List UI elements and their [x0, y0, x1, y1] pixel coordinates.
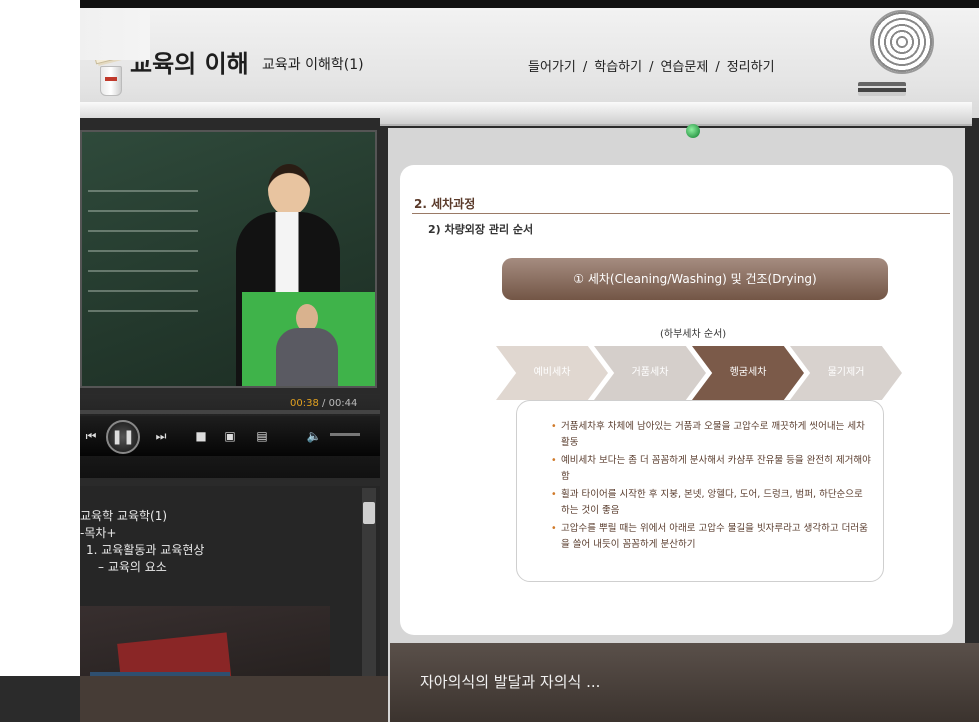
time-total: 00:44	[328, 398, 358, 409]
step-chevron: 물기제거	[790, 346, 902, 400]
sub-title: 2) 차량외장 관리 순서	[428, 223, 534, 236]
chalk-writing	[88, 172, 198, 322]
left-blank-overlay	[0, 0, 80, 676]
section-divider	[412, 213, 950, 214]
toc-item[interactable]: -목차+	[80, 525, 204, 542]
nav-separator: /	[582, 60, 588, 75]
top-bar	[0, 0, 979, 8]
page-subtitle: 교육과 이해학(1)	[262, 57, 364, 73]
toc-item[interactable]: – 교육의 요소	[80, 559, 204, 576]
section-title: 2. 세차과정	[414, 197, 476, 211]
bullet-item: 휠과 타이어를 시작한 후 지붕, 본넷, 앙헬다, 도어, 드렁크, 범퍼, …	[551, 487, 871, 519]
volume-slider[interactable]	[330, 433, 360, 436]
step-title-pill: ① 세차(Cleaning/Washing) 및 건조(Drying)	[502, 258, 888, 300]
sign-language-inset	[242, 292, 375, 386]
nav-item-intro[interactable]: 들어가기	[528, 60, 576, 75]
slide-card: 2. 세차과정 2) 차량외장 관리 순서 ① 세차(Cleaning/Wash…	[400, 165, 953, 635]
toc-item[interactable]: 교육학 교육학(1)	[80, 508, 204, 525]
app-window: 교육의 이해 교육과 이해학(1) 들어가기 / 학습하기 / 연습문제 / 정리하기 00…	[0, 0, 979, 722]
control-row: ⏮ ❚❚ ⏭ ■ ▣ ▤ 🔈	[80, 416, 380, 456]
lecturer-head	[268, 164, 310, 216]
bullet-box: 거품세차후 차체에 남아있는 거품과 오물을 고압수로 깨끗하게 씻어내는 세차…	[516, 400, 884, 582]
volume-icon[interactable]: 🔈	[304, 425, 324, 447]
target-icon	[870, 10, 934, 74]
nav-item-exercise[interactable]: 연습문제	[660, 60, 708, 75]
video-area[interactable]	[80, 130, 377, 388]
bottom-strip	[80, 676, 390, 722]
bullet-item: 고압수를 뿌릴 때는 위에서 아래로 고압수 물길을 빗자루라고 생각하고 더러…	[551, 521, 871, 553]
time-current: 00:38	[290, 398, 319, 409]
bullet-item: 거품세차후 차체에 남아있는 거품과 오물을 고압수로 깨끗하게 씻어내는 세차…	[551, 419, 871, 451]
interpreter-figure	[276, 304, 338, 386]
books-decoration-icon	[858, 82, 906, 96]
order-label: (하부세차 순서)	[660, 329, 727, 340]
prev-icon[interactable]: ⏮	[82, 425, 100, 447]
step-chevron: 예비세차	[496, 346, 608, 400]
time-display: 00:38 / 00:44	[290, 398, 357, 409]
caption-bar: 자아의식의 발달과 자의식 ...	[390, 643, 979, 722]
screen-icon[interactable]: ▣	[220, 425, 240, 447]
caption-text: 자아의식의 발달과 자의식 ...	[420, 673, 601, 691]
time-separator: /	[322, 398, 326, 409]
nav-separator: /	[715, 60, 720, 75]
pin-icon	[686, 124, 700, 138]
bullet-list: 거품세차후 차체에 남아있는 거품과 오물을 고압수로 깨끗하게 씻어내는 세차…	[551, 419, 871, 555]
toc-list: 교육학 교육학(1) -목차+ 1. 교육활동과 교육현상 – 교육의 요소	[80, 508, 204, 576]
player-controls: 00:38 / 00:44 ⏮ ❚❚ ⏭ ■ ▣ ▤ 🔈	[80, 394, 380, 478]
toc-scroll-thumb[interactable]	[363, 502, 375, 524]
step-chevron: 거품세차	[594, 346, 706, 400]
stop-icon[interactable]: ■	[192, 425, 210, 447]
nav-item-study[interactable]: 학습하기	[594, 60, 642, 75]
nav-item-summary[interactable]: 정리하기	[727, 60, 775, 75]
step-chevron-active: 헹굼세차	[692, 346, 804, 400]
toc-item[interactable]: 1. 교육활동과 교육현상	[80, 542, 204, 559]
pause-icon[interactable]: ❚❚	[106, 420, 140, 454]
bullet-item: 예비세차 보다는 좀 더 꼼꼼하게 분사해서 카샴푸 잔유물 등을 완전히 제거…	[551, 453, 871, 485]
cup-decoration-icon	[100, 66, 122, 96]
caption-icon[interactable]: ▤	[252, 425, 272, 447]
interpreter-body	[276, 328, 338, 386]
nav-menu: 들어가기 / 학습하기 / 연습문제 / 정리하기	[528, 56, 775, 75]
nav-separator: /	[649, 60, 654, 75]
next-icon[interactable]: ⏭	[150, 425, 172, 447]
seek-bar[interactable]	[80, 410, 380, 414]
